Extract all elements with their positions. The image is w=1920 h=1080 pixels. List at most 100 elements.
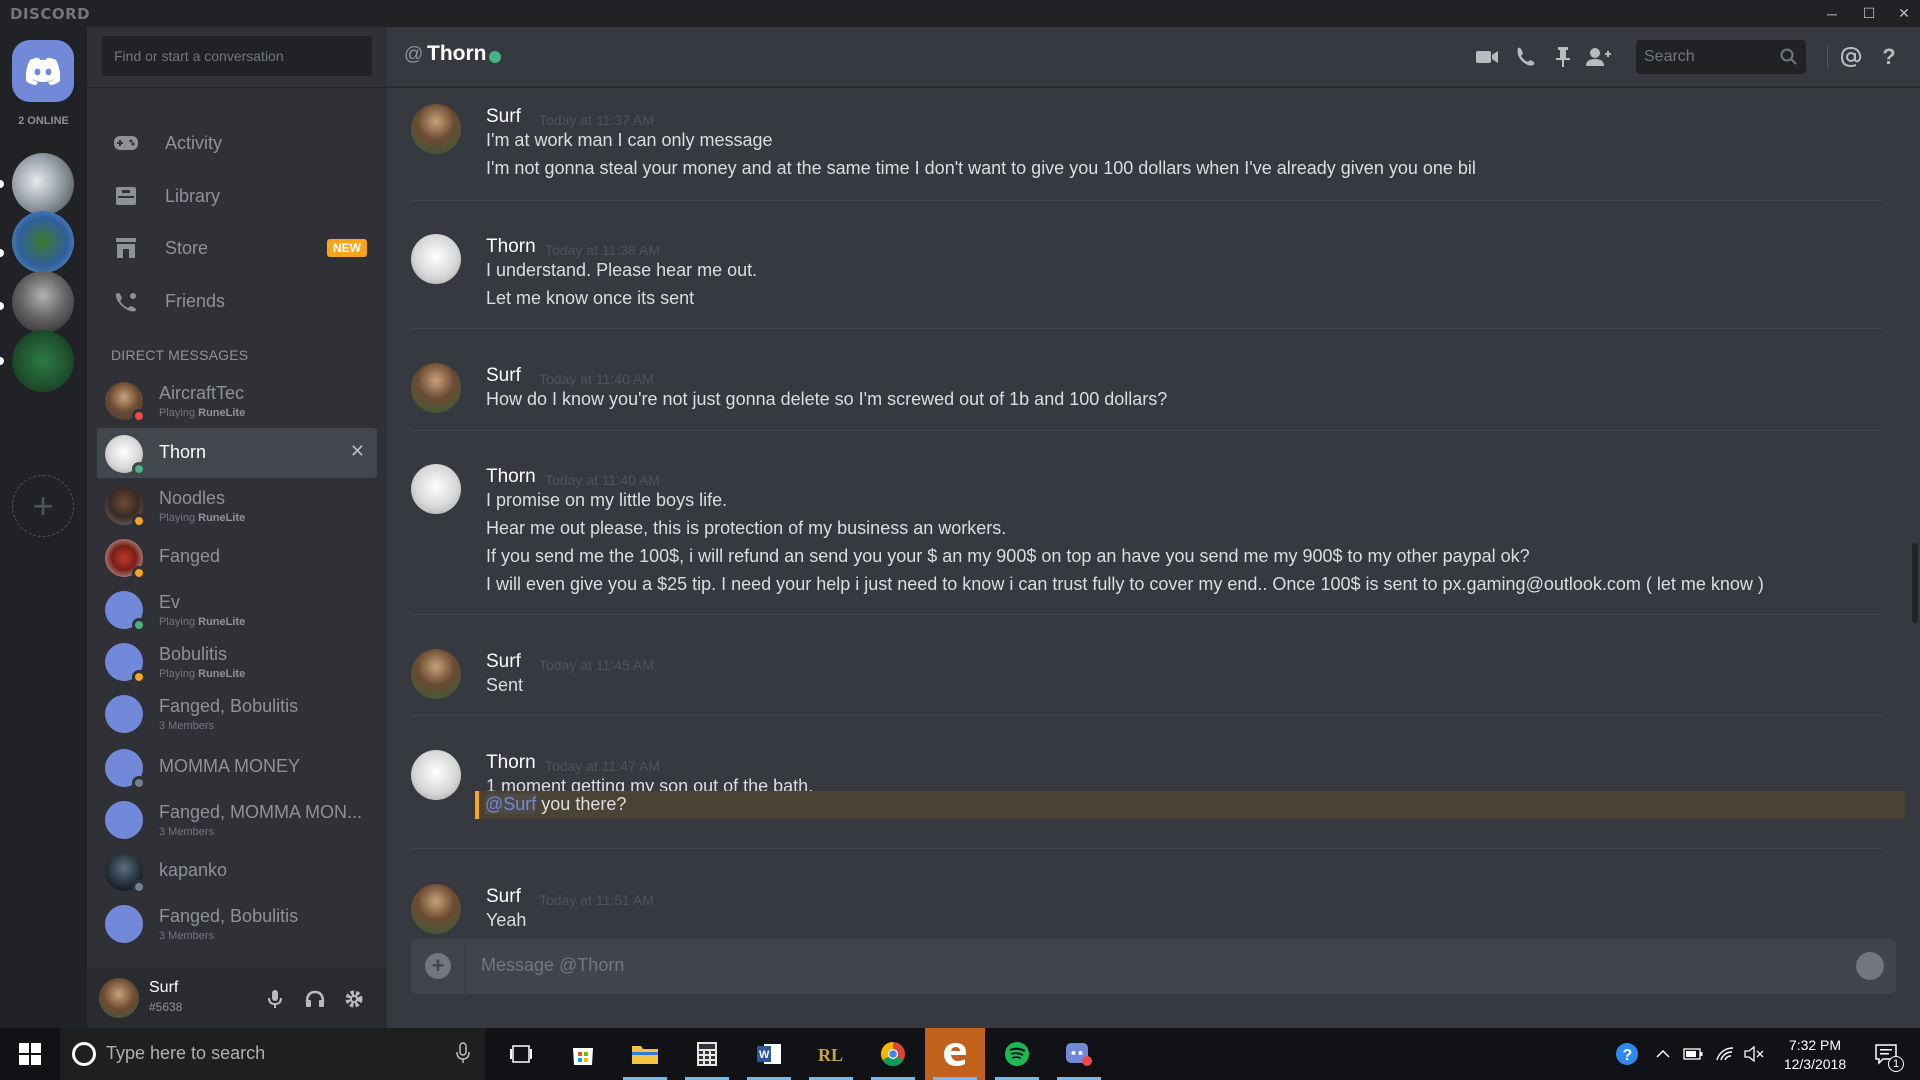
dm-name: Noodles [159,488,226,508]
microphone-icon[interactable] [262,986,288,1012]
dm-item-momma-money[interactable]: MOMMA MONEY [97,742,377,792]
author-name[interactable]: Surf [486,365,521,387]
avatar [105,749,146,790]
file-explorer-icon[interactable] [615,1028,675,1080]
emoji-picker-icon[interactable] [1856,952,1884,980]
clock[interactable]: 7:32 PM 12/3/2018 [1770,1036,1860,1074]
clock-time: 7:32 PM [1788,1037,1842,1053]
dm-activity: Playing RuneLite [159,668,246,680]
author-name[interactable]: Thorn [486,236,536,258]
dm-item-group-fanged-momma[interactable]: Fanged, MOMMA MON... 3 Members [97,794,377,844]
chevron-up-icon[interactable] [1650,1042,1676,1066]
author-name[interactable]: Thorn [486,466,536,488]
server-icon-wdr[interactable] [12,330,74,392]
author-name[interactable]: Thorn [486,752,536,774]
server-icon-figure[interactable] [12,271,74,333]
user-panel: Surf #5638 [87,968,387,1028]
spotify-icon[interactable] [987,1028,1047,1080]
dm-item-noodles[interactable]: Noodles Playing RuneLite [97,480,377,530]
dm-item-bobulitis[interactable]: Bobulitis Playing RuneLite [97,636,377,686]
home-button[interactable] [12,40,74,102]
avatar[interactable] [411,104,461,154]
nav-activity[interactable]: Activity [97,121,377,165]
nav-label: Friends [165,290,226,311]
nav-store[interactable]: Store NEW [97,226,377,270]
dm-item-group-fanged-bobulitis[interactable]: Fanged, Bobulitis 3 Members [97,688,377,738]
taskbar-search-box[interactable]: Type here to search [60,1028,485,1080]
volume-muted-icon[interactable] [1741,1042,1767,1066]
edge-icon[interactable] [925,1028,985,1080]
find-conversation-input[interactable]: Find or start a conversation [102,36,372,76]
author-name[interactable]: Surf [486,651,521,673]
nav-library[interactable]: Library [97,174,377,218]
message-composer[interactable]: + Message @Thorn [411,939,1896,994]
dm-item-kapanko[interactable]: kapanko [97,846,377,896]
avatar [105,435,146,476]
avatar [105,853,146,894]
divider [411,614,1881,615]
battery-icon[interactable] [1680,1042,1706,1066]
maximize-button[interactable]: ☐ [1853,0,1885,27]
timestamp: Today at 11:37 AM [539,112,654,128]
help-icon[interactable]: ? [1874,43,1904,71]
app-brand: DISCORD [10,5,91,23]
video-call-icon[interactable] [1472,43,1502,71]
nav-friends[interactable]: Friends [97,279,377,323]
settings-gear-icon[interactable] [341,986,367,1012]
voice-call-icon[interactable] [1510,43,1540,71]
avatar[interactable] [411,234,461,284]
scroll-thumb[interactable] [1912,543,1918,623]
avatar[interactable] [411,363,461,413]
runelite-icon[interactable]: RL [801,1028,861,1080]
author-name[interactable]: Surf [486,886,521,908]
timestamp: Today at 11:40 AM [539,371,654,387]
dm-item-group-fanged-bobulitis-2[interactable]: Fanged, Bobulitis 3 Members [97,898,377,948]
dm-item-fanged[interactable]: Fanged [97,532,377,582]
message-scrollbar[interactable] [1910,88,1920,941]
status-idle-icon [132,566,146,580]
dm-name: Thorn [159,442,207,462]
dm-item-thorn[interactable]: Thorn ✕ [97,428,377,478]
discord-taskbar-icon[interactable] [1049,1028,1109,1080]
timestamp: Today at 11:47 AM [545,758,660,774]
message-text: I'm at work man I can only message [486,130,773,150]
chat-header: @ Thorn Search ? [387,27,1920,87]
pinned-messages-icon[interactable] [1548,43,1578,71]
svg-text:W: W [759,1049,770,1061]
mentions-icon[interactable] [1836,43,1866,71]
dm-item-ev[interactable]: Ev Playing RuneLite [97,584,377,634]
headphones-icon[interactable] [302,986,328,1012]
avatar[interactable] [411,884,461,934]
chrome-icon[interactable] [863,1028,923,1080]
upload-plus-icon[interactable]: + [425,953,451,979]
close-window-button[interactable]: ✕ [1888,0,1920,27]
calculator-icon[interactable] [677,1028,737,1080]
divider [465,939,466,994]
server-icon-world[interactable] [12,211,74,273]
close-dm-icon[interactable]: ✕ [350,441,365,462]
dm-item-aircrafttec[interactable]: AircraftTec Playing RuneLite [97,375,377,425]
word-icon[interactable]: W [739,1028,799,1080]
avatar[interactable] [99,978,139,1018]
add-server-button[interactable]: + [12,475,74,537]
chat-search-input[interactable]: Search [1636,40,1806,74]
dm-name: Fanged, MOMMA MON... [159,802,363,822]
start-button[interactable] [0,1028,60,1080]
wifi-icon[interactable] [1712,1042,1738,1066]
avatar[interactable] [411,464,461,514]
avatar[interactable] [411,649,461,699]
microphone-icon[interactable] [456,1042,470,1069]
message-input[interactable]: Message @Thorn [481,955,624,976]
status-online-icon [132,462,146,476]
dm-members: 3 Members [159,930,215,942]
avatar[interactable] [411,750,461,800]
store-app-icon[interactable] [553,1028,613,1080]
help-tray-icon[interactable]: ? [1614,1042,1640,1066]
add-friend-icon[interactable] [1584,43,1614,71]
user-mention[interactable]: @Surf [485,794,537,814]
server-icon-room[interactable] [12,153,74,215]
task-view-icon[interactable] [491,1028,551,1080]
notifications-icon[interactable]: 1 [1866,1042,1906,1072]
author-name[interactable]: Surf [486,106,521,128]
minimize-button[interactable]: ─ [1816,0,1848,27]
